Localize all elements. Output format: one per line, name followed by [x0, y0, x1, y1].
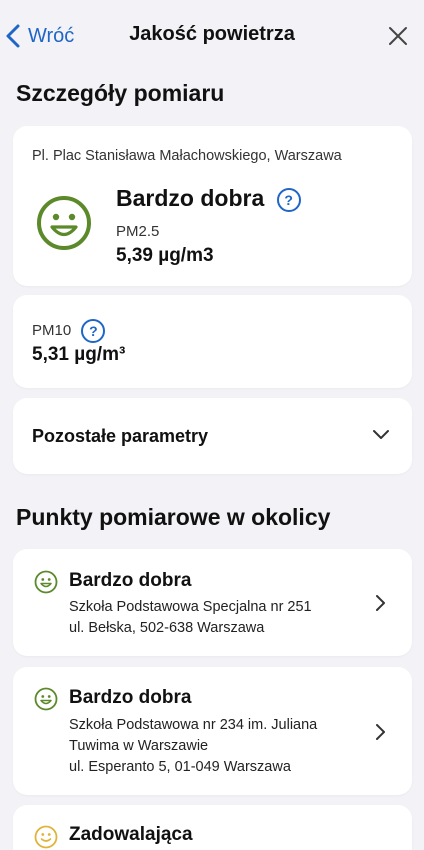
point-quality: Bardzo dobra — [69, 687, 192, 708]
point-address: ul. Bełska, 502-638 Warszawa — [69, 620, 265, 636]
close-icon[interactable] — [386, 24, 410, 48]
point-name-continued: Tuwima w Warszawie — [69, 738, 209, 754]
pm10-card: PM10 ? 5,31 µg/m³ — [13, 295, 412, 388]
pm10-label: PM10 — [32, 321, 72, 339]
help-icon[interactable]: ? — [276, 187, 301, 212]
pm10-value: 5,31 µg/m³ — [32, 344, 126, 365]
point-name: Szkoła Podstawowa nr 234 im. Juliana — [69, 717, 318, 733]
chevron-down-icon — [373, 430, 389, 439]
point-name: Szkoła Podstawowa Specjalna nr 251 — [69, 599, 312, 615]
measurement-card: Pl. Plac Stanisława Małachowskiego, Wars… — [13, 126, 412, 286]
pm25-value: 5,39 µg/m3 — [116, 245, 214, 266]
other-parameters-dropdown[interactable]: Pozostałe parametry — [13, 398, 412, 474]
pm10-row: PM10 ? — [32, 319, 106, 343]
point-quality: Bardzo dobra — [69, 570, 192, 591]
help-icon[interactable]: ? — [81, 319, 106, 343]
smiley-icon — [37, 196, 91, 250]
smiley-icon — [34, 825, 58, 849]
other-parameters-label: Pozostałe parametry — [32, 426, 209, 446]
list-item[interactable]: Bardzo dobra Szkoła Podstawowa nr 234 im… — [13, 667, 412, 795]
page-title: Jakość powietrza — [129, 23, 295, 45]
list-item[interactable]: Bardzo dobra Szkoła Podstawowa Specjalna… — [13, 549, 412, 656]
navigation-bar: Wróć Jakość powietrza — [0, 0, 424, 70]
smiley-icon — [34, 687, 58, 711]
chevron-right-icon — [376, 724, 385, 740]
smiley-icon — [34, 570, 58, 594]
details-section-title: Szczegóły pomiaru — [16, 80, 225, 106]
point-quality: Zadowalająca — [69, 824, 193, 845]
list-item[interactable]: Zadowalająca — [13, 805, 412, 850]
quality-label: Bardzo dobra — [116, 185, 265, 211]
station-address: Pl. Plac Stanisława Małachowskiego, Wars… — [32, 148, 342, 164]
nearby-section-title: Punkty pomiarowe w okolicy — [16, 504, 331, 530]
chevron-right-icon — [376, 595, 385, 611]
pm25-label: PM2.5 — [116, 223, 160, 240]
point-address: ul. Esperanto 5, 01-049 Warszawa — [69, 759, 291, 775]
quality-row: Bardzo dobra ? — [116, 185, 301, 212]
